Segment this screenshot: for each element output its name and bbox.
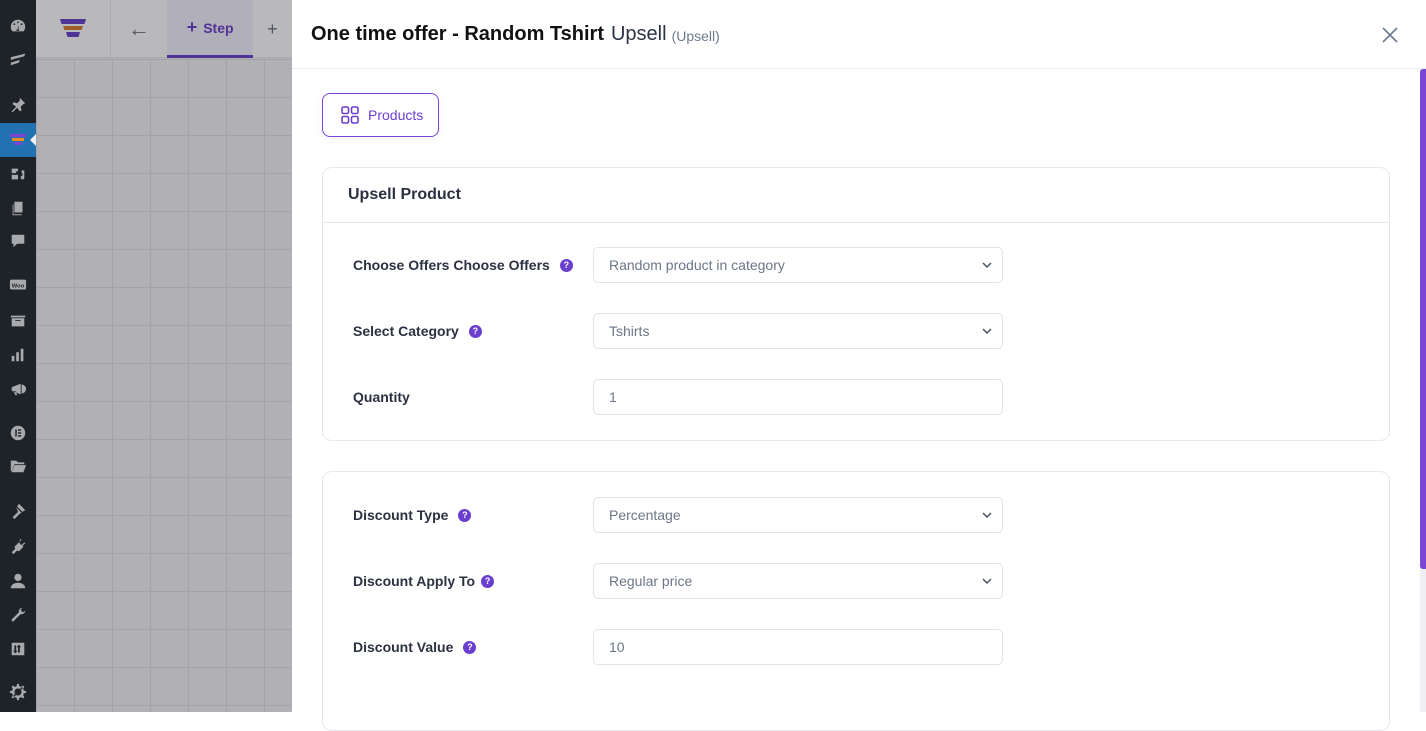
archive-icon[interactable] xyxy=(0,307,36,335)
field-label: Discount Value ? xyxy=(353,639,593,655)
appearance-icon[interactable] xyxy=(0,497,36,525)
field-label-text: Discount Type xyxy=(353,507,449,523)
step-type: Upsell xyxy=(610,22,667,45)
field-label-text: Discount Value xyxy=(353,639,454,655)
field-label-text: Quantity xyxy=(353,389,410,405)
form-row-discount-value: Discount Value ? 10 xyxy=(353,629,1003,665)
tools-icon[interactable] xyxy=(0,601,36,629)
analytics-icon[interactable] xyxy=(0,341,36,369)
choose-offers-select[interactable]: Random product in category xyxy=(593,247,1003,283)
chevron-down-icon xyxy=(982,578,992,585)
comments-icon[interactable] xyxy=(0,227,36,255)
select-value: Percentage xyxy=(609,507,681,523)
funnel-icon[interactable] xyxy=(0,123,36,157)
upsell-product-card: Upsell Product Choose Offers Choose Offe… xyxy=(322,167,1390,441)
select-value: Tshirts xyxy=(609,323,650,339)
field-label: Select Category ? xyxy=(353,323,593,339)
field-label-text: Discount Apply To xyxy=(353,573,476,589)
tab-products[interactable]: Products xyxy=(322,93,439,137)
help-icon[interactable]: ? xyxy=(559,258,573,272)
pages-icon[interactable] xyxy=(0,194,36,222)
drawer-title: One time offer - Random Tshirt xyxy=(311,22,604,45)
help-icon[interactable]: ? xyxy=(463,640,477,654)
card-heading: Upsell Product xyxy=(323,168,1389,223)
field-label: Quantity xyxy=(353,389,593,405)
close-button[interactable] xyxy=(1380,25,1400,45)
woocommerce-icon[interactable]: Woo xyxy=(0,271,36,299)
tab-products-label: Products xyxy=(368,107,424,123)
dashboard-icon[interactable] xyxy=(0,12,36,40)
svg-text:Woo: Woo xyxy=(12,283,25,289)
field-label-text: Choose Offers Choose Offers xyxy=(353,257,550,273)
plugins-icon[interactable] xyxy=(0,532,36,560)
users-icon[interactable] xyxy=(0,567,36,595)
form-row-choose-offers: Choose Offers Choose Offers ? Random pro… xyxy=(353,247,1003,283)
media-icon[interactable] xyxy=(0,160,36,188)
pin-icon[interactable] xyxy=(0,91,36,119)
input-value: 1 xyxy=(609,389,617,405)
marketing-icon[interactable] xyxy=(0,375,36,403)
form-row-quantity: Quantity 1 xyxy=(353,379,1003,415)
scrollbar-thumb[interactable] xyxy=(1420,69,1426,569)
form-row-discount-type: Discount Type ? Percentage xyxy=(353,497,1003,533)
field-label: Choose Offers Choose Offers ? xyxy=(353,257,593,273)
quantity-input[interactable]: 1 xyxy=(593,379,1003,415)
step-settings-drawer: One time offer - Random Tshirt Upsell (U… xyxy=(292,0,1426,731)
category-select[interactable]: Tshirts xyxy=(593,313,1003,349)
discount-apply-to-select[interactable]: Regular price xyxy=(593,563,1003,599)
folder-icon[interactable] xyxy=(0,452,36,480)
close-icon xyxy=(1382,27,1398,43)
help-icon[interactable]: ? xyxy=(458,508,472,522)
discount-type-select[interactable]: Percentage xyxy=(593,497,1003,533)
select-value: Random product in category xyxy=(609,257,785,273)
select-value: Regular price xyxy=(609,573,693,589)
field-label: Discount Apply To ? xyxy=(353,573,593,589)
discount-value-input[interactable]: 10 xyxy=(593,629,1003,665)
chevron-down-icon xyxy=(982,328,992,335)
wp-admin-sidebar: Woo xyxy=(0,0,36,712)
help-icon[interactable]: ? xyxy=(468,324,482,338)
discount-card: Discount Type ? Percentage Discount Appl… xyxy=(322,471,1390,731)
settings-icon[interactable] xyxy=(0,635,36,663)
input-value: 10 xyxy=(609,639,625,655)
help-icon[interactable]: ? xyxy=(481,574,495,588)
settings-gear-icon[interactable] xyxy=(0,678,36,706)
grid-icon xyxy=(341,106,359,124)
field-label: Discount Type ? xyxy=(353,507,593,523)
form-row-select-category: Select Category ? Tshirts xyxy=(353,313,1003,349)
chevron-down-icon xyxy=(982,262,992,269)
elementor-icon[interactable] xyxy=(0,45,36,73)
form-row-discount-apply-to: Discount Apply To ? Regular price xyxy=(353,563,1003,599)
chevron-down-icon xyxy=(982,512,992,519)
field-label-text: Select Category xyxy=(353,323,459,339)
drawer-header: One time offer - Random Tshirt Upsell (U… xyxy=(292,0,1426,69)
step-type-tag: (Upsell) xyxy=(671,28,720,44)
elementor-circle-icon[interactable] xyxy=(0,419,36,447)
modal-overlay[interactable] xyxy=(36,0,292,712)
